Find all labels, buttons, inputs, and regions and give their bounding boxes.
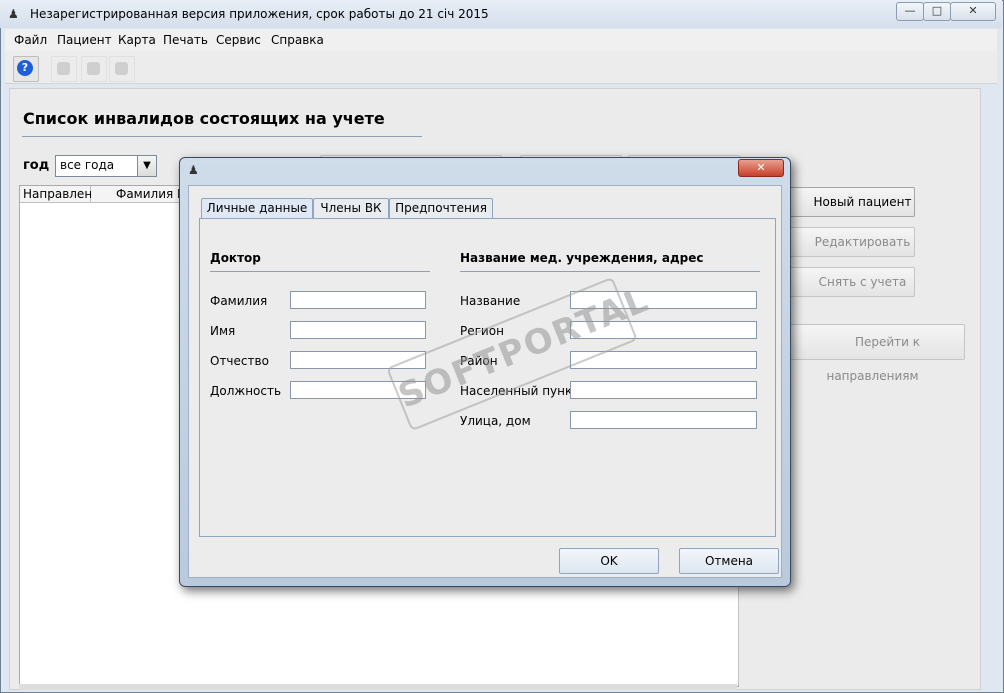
name-field[interactable] <box>290 321 426 339</box>
menu-file[interactable]: Файл <box>14 33 47 47</box>
hand-icon <box>57 62 70 75</box>
toolbar-button-3[interactable] <box>109 56 135 82</box>
district-field[interactable] <box>570 351 757 369</box>
cancel-button[interactable]: Отмена <box>679 548 779 574</box>
ok-button[interactable]: OK <box>559 548 659 574</box>
menu-card[interactable]: Карта <box>118 33 156 47</box>
card-icon <box>87 62 100 75</box>
title-bar: ♟ Незарегистрированная версия приложения… <box>0 0 1002 28</box>
region-label: Регион <box>460 324 504 338</box>
heading-divider <box>22 136 422 137</box>
app-icon: ♟ <box>8 7 19 21</box>
patronymic-field[interactable] <box>290 351 426 369</box>
edit-label: Редактировать <box>814 235 911 249</box>
surname-label: Фамилия <box>210 294 268 308</box>
deregister-label: Снять с учета <box>818 275 907 289</box>
new-patient-button[interactable]: Новый пациент <box>780 187 915 217</box>
edit-button[interactable]: Редактировать <box>780 227 915 257</box>
minimize-button[interactable]: — <box>896 2 924 21</box>
toolbar-button-2[interactable] <box>81 56 107 82</box>
column-header-direction[interactable]: Направлен <box>20 186 92 203</box>
new-patient-label: Новый пациент <box>813 195 912 209</box>
page-title: Список инвалидов состоящих на учете <box>23 109 385 128</box>
referrals-button[interactable]: Перейти к направлениям <box>780 324 965 383</box>
dialog-body: Личные данные Члены ВК Предпочтения Докт… <box>188 185 782 578</box>
position-label: Должность <box>210 384 282 398</box>
deregister-button[interactable]: Снять с учета <box>780 267 915 297</box>
institution-section-divider <box>460 271 760 272</box>
toolbar: ? <box>5 51 997 84</box>
tab-preferences[interactable]: Предпочтения <box>389 198 493 218</box>
tab-panel: Доктор Название мед. учреждения, адрес Ф… <box>199 218 776 537</box>
toolbar-button-1[interactable] <box>51 56 77 82</box>
help-icon: ? <box>17 60 33 76</box>
table-scrollbar[interactable] <box>19 684 737 690</box>
menu-print[interactable]: Печать <box>163 33 208 47</box>
menu-help[interactable]: Справка <box>271 33 324 47</box>
dialog-close-button[interactable]: ✕ <box>738 159 784 177</box>
institution-name-field[interactable] <box>570 291 757 309</box>
doctor-dialog: ♟ ✕ Личные данные Члены ВК Предпочтения … <box>179 157 791 587</box>
dialog-app-icon: ♟ <box>188 163 199 177</box>
tab-personal-data[interactable]: Личные данные <box>201 198 313 218</box>
help-button[interactable]: ? <box>13 56 39 82</box>
chevron-down-icon[interactable]: ▼ <box>137 156 156 176</box>
street-field[interactable] <box>570 411 757 429</box>
year-select-value: все года <box>60 158 115 172</box>
print-icon <box>115 62 128 75</box>
district-label: Район <box>460 354 498 368</box>
close-button[interactable]: ✕ <box>950 2 996 21</box>
year-label: год <box>23 158 50 173</box>
maximize-button[interactable]: □ <box>923 2 951 21</box>
region-field[interactable] <box>570 321 757 339</box>
window-title: Незарегистрированная версия приложения, … <box>30 7 489 21</box>
doctor-section-divider <box>210 271 430 272</box>
menu-bar: Файл Пациент Карта Печать Сервис Справка <box>5 29 997 51</box>
referrals-label: Перейти к направлениям <box>826 335 921 383</box>
name-label: Имя <box>210 324 236 338</box>
institution-section-title: Название мед. учреждения, адрес <box>460 251 704 265</box>
street-label: Улица, дом <box>460 414 531 428</box>
locality-label: Населенный пункт <box>460 384 580 398</box>
tab-vk-members[interactable]: Члены ВК <box>313 198 389 218</box>
menu-patient[interactable]: Пациент <box>57 33 112 47</box>
patronymic-label: Отчество <box>210 354 269 368</box>
institution-name-label: Название <box>460 294 521 308</box>
locality-field[interactable] <box>570 381 757 399</box>
year-select[interactable]: все года ▼ <box>55 155 157 177</box>
doctor-section-title: Доктор <box>210 251 261 265</box>
surname-field[interactable] <box>290 291 426 309</box>
menu-service[interactable]: Сервис <box>216 33 261 47</box>
position-field[interactable] <box>290 381 426 399</box>
